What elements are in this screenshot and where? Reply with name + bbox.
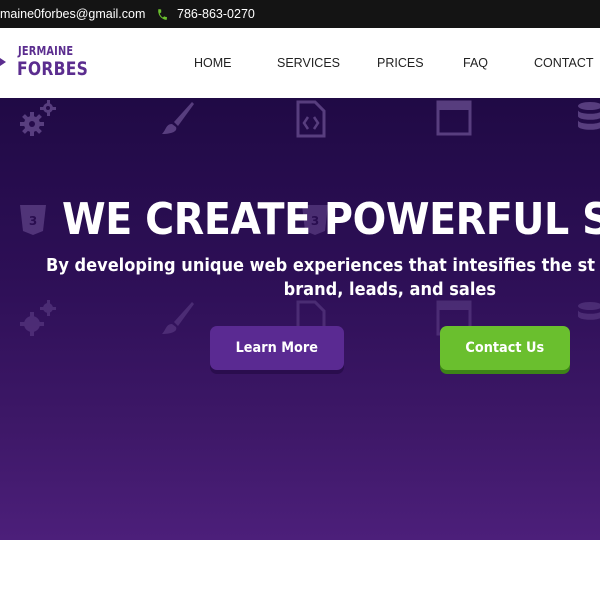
main-navbar: JERMAINE FORBES HOME SERVICES PRICES FAQ… (0, 28, 600, 98)
email-link[interactable]: maine0forbes@gmail.com (0, 7, 145, 21)
gears-icon (20, 100, 56, 136)
learn-more-button[interactable]: Learn More (210, 326, 344, 370)
hero-title: WE CREATE POWERFUL S (62, 194, 600, 245)
phone-icon (158, 8, 167, 20)
hero-section: 3 3 WE CREATE POWERFUL S By developing u… (0, 98, 600, 540)
svg-text:3: 3 (29, 214, 37, 228)
code-file-icon (296, 100, 326, 138)
phone-number: 786-863-0270 (177, 7, 255, 21)
logo-line1: JERMAINE (18, 44, 74, 58)
logo-line2: FORBES (17, 58, 89, 80)
nav-contact[interactable]: CONTACT (534, 56, 594, 70)
hero-subtitle-line1: By developing unique web experiences tha… (46, 255, 595, 276)
database-icon (578, 102, 600, 130)
logo-mark-icon (0, 58, 6, 66)
browser-window-icon (436, 100, 472, 136)
nav-prices[interactable]: PRICES (377, 56, 424, 70)
paintbrush-icon (162, 102, 194, 134)
nav-faq[interactable]: FAQ (463, 56, 488, 70)
gears-icon (20, 300, 56, 336)
contact-us-button[interactable]: Contact Us (440, 326, 570, 370)
database-icon (578, 302, 600, 320)
nav-services[interactable]: SERVICES (277, 56, 340, 70)
phone-link[interactable]: 786-863-0270 (156, 7, 255, 21)
contact-us-label: Contact Us (465, 340, 545, 356)
site-logo[interactable]: JERMAINE FORBES (0, 40, 90, 86)
css3-icon: 3 (20, 205, 46, 235)
nav-home[interactable]: HOME (194, 56, 232, 70)
learn-more-label: Learn More (235, 340, 319, 356)
paintbrush-icon (162, 302, 194, 334)
top-contact-bar: maine0forbes@gmail.com 786-863-0270 (0, 0, 600, 28)
hero-subtitle: By developing unique web experiences tha… (46, 254, 595, 302)
hero-subtitle-line2: brand, leads, and sales (283, 279, 497, 300)
